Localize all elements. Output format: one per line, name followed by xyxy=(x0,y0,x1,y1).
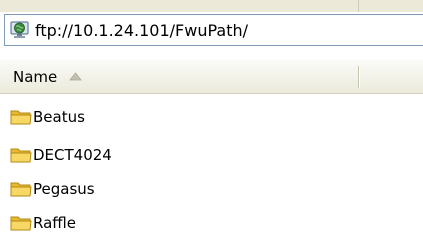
file-name: DECT4024 xyxy=(33,146,112,164)
folder-icon xyxy=(10,182,32,197)
column-header: Name xyxy=(0,60,423,94)
list-item[interactable]: Pegasus xyxy=(10,177,95,201)
address-path[interactable]: ftp://10.1.24.101/FwuPath/ xyxy=(35,21,248,40)
column-name-label: Name xyxy=(13,67,58,86)
address-bar[interactable]: ftp://10.1.24.101/FwuPath/ xyxy=(4,14,423,46)
file-list: Beatus DECT4024 Pegasus Raffle xyxy=(0,94,423,240)
column-header-name[interactable]: Name xyxy=(0,60,358,93)
list-item[interactable]: Raffle xyxy=(10,211,76,235)
list-item[interactable]: DECT4024 xyxy=(10,143,112,167)
column-header-empty[interactable] xyxy=(360,60,423,93)
sort-ascending-icon xyxy=(69,72,83,81)
toolbar-divider xyxy=(358,0,359,12)
file-name: Beatus xyxy=(33,108,85,126)
explorer-window: ftp://10.1.24.101/FwuPath/ Name Beatus D… xyxy=(0,0,423,240)
network-globe-icon xyxy=(10,21,29,38)
toolbar-strip xyxy=(0,0,423,12)
file-name: Raffle xyxy=(33,214,77,232)
list-item[interactable]: Beatus xyxy=(10,105,85,129)
folder-icon xyxy=(10,216,32,231)
folder-icon xyxy=(10,148,32,163)
file-name: Pegasus xyxy=(33,180,95,198)
folder-icon xyxy=(10,110,32,125)
